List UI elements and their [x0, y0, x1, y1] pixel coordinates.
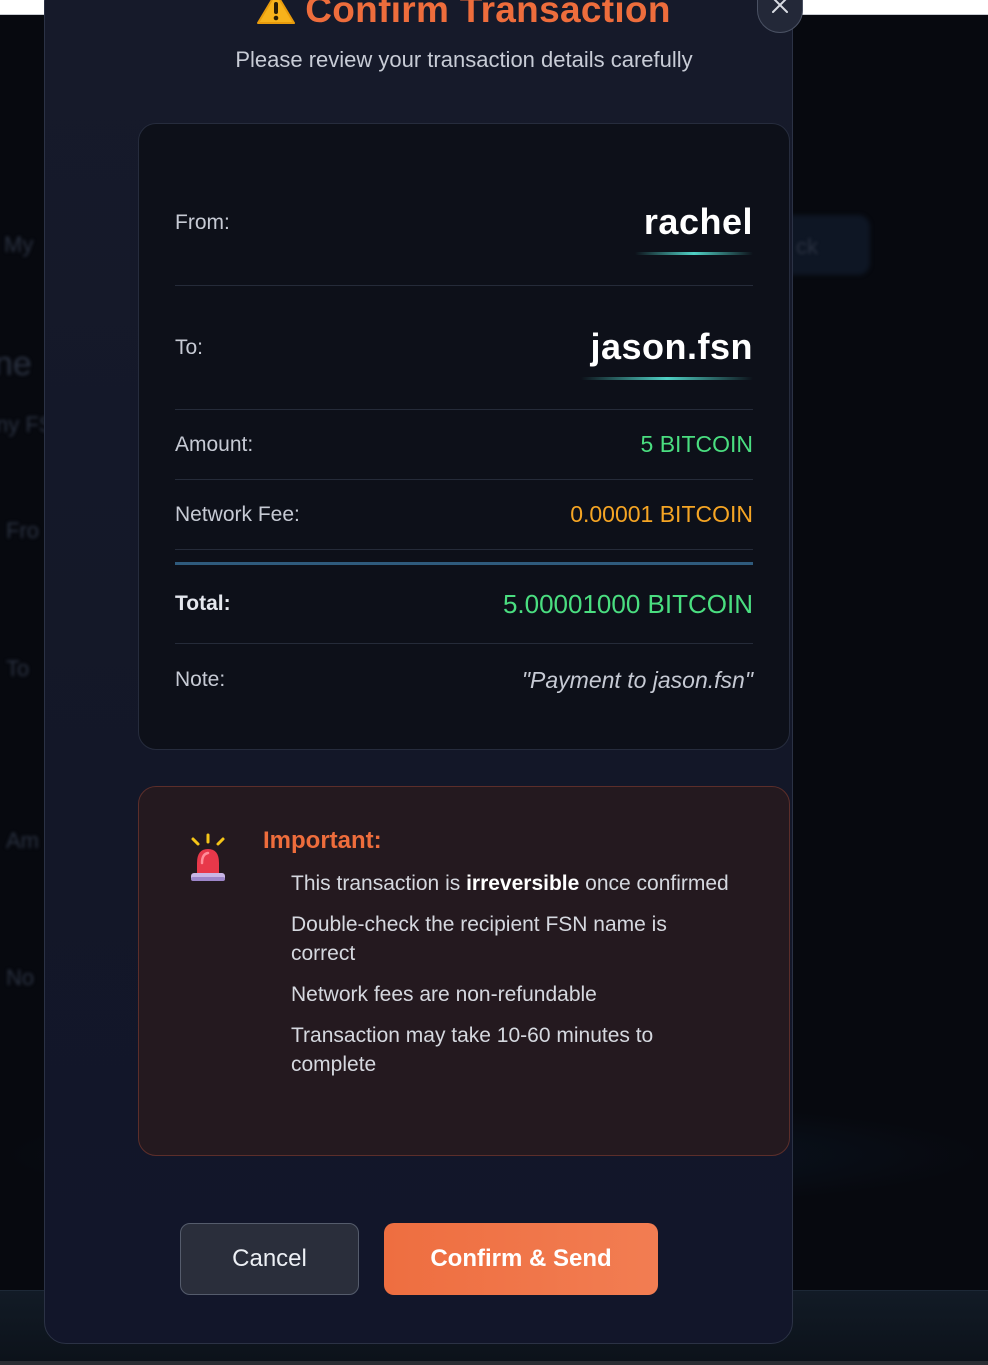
- important-title: Important:: [263, 827, 382, 854]
- amount-label: Amount:: [175, 432, 254, 456]
- page: My ne ny FS Fro To Am No ck Confirm Tran…: [0, 0, 988, 1365]
- to-underline: [581, 376, 753, 380]
- warning-list: This transaction is irreversible once co…: [291, 869, 731, 1091]
- from-label: From:: [175, 210, 230, 234]
- from-value: rachel: [635, 200, 753, 255]
- close-icon: [772, 0, 788, 13]
- background-text-blurred: ck: [796, 234, 818, 259]
- confirm-transaction-modal: Confirm Transaction Please review your t…: [44, 0, 803, 1344]
- fee-row: Network Fee: 0.00001 BITCOIN: [175, 480, 753, 550]
- background-text-blurred: To: [6, 656, 30, 681]
- warning-item-fees: Network fees are non-refundable: [291, 983, 597, 1006]
- to-name-text: jason.fsn: [590, 325, 753, 367]
- important-warning-card: Important: This transaction is irreversi…: [138, 786, 790, 1156]
- note-row: Note: "Payment to jason.fsn": [175, 644, 753, 716]
- background-heading-blurred: ne: [0, 345, 32, 383]
- note-value: "Payment to jason.fsn": [521, 666, 753, 693]
- warning-item-timing: Transaction may take 10-60 minutes to co…: [291, 1024, 654, 1076]
- total-value: 5.00001000 BITCOIN: [502, 588, 753, 619]
- warning-item-emphasis: irreversible: [466, 872, 580, 895]
- total-row: Total: 5.00001000 BITCOIN: [175, 565, 753, 644]
- to-value: jason.fsn: [581, 325, 753, 380]
- cancel-button[interactable]: Cancel: [180, 1223, 359, 1295]
- transaction-details-card: From: rachel To: jason.fsn Amount: 5 BIT…: [138, 123, 790, 750]
- amount-row: Amount: 5 BITCOIN: [175, 410, 753, 480]
- to-label: To:: [175, 335, 204, 359]
- modal-subtitle: Please review your transaction details c…: [235, 47, 693, 72]
- background-text-blurred: Fro: [6, 518, 39, 543]
- note-label: Note:: [175, 668, 226, 691]
- modal-title: Confirm Transaction: [305, 0, 671, 30]
- warning-item-double-check: Double-check the recipient FSN name is c…: [291, 913, 667, 965]
- browser-bottom-strip: [0, 1361, 988, 1365]
- siren-icon: [187, 833, 229, 890]
- warning-item-text: once confirmed: [579, 872, 729, 895]
- background-text-blurred: Am: [6, 828, 39, 853]
- from-underline: [635, 251, 753, 255]
- fee-label: Network Fee:: [175, 502, 300, 526]
- confirm-send-button[interactable]: Confirm & Send: [384, 1223, 658, 1295]
- from-name-text: rachel: [643, 200, 753, 242]
- amount-value: 5 BITCOIN: [640, 431, 753, 457]
- warning-icon: [257, 0, 296, 30]
- background-text-blurred: No: [6, 965, 35, 990]
- warning-item-text: This transaction is: [291, 872, 467, 895]
- fee-value: 0.00001 BITCOIN: [570, 501, 753, 527]
- from-row: From: rachel: [175, 160, 753, 286]
- warning-item-irreversible: This transaction is irreversible once co…: [291, 869, 731, 898]
- total-label: Total:: [175, 592, 231, 615]
- to-row: To: jason.fsn: [175, 286, 753, 410]
- background-text-blurred: My: [4, 232, 34, 257]
